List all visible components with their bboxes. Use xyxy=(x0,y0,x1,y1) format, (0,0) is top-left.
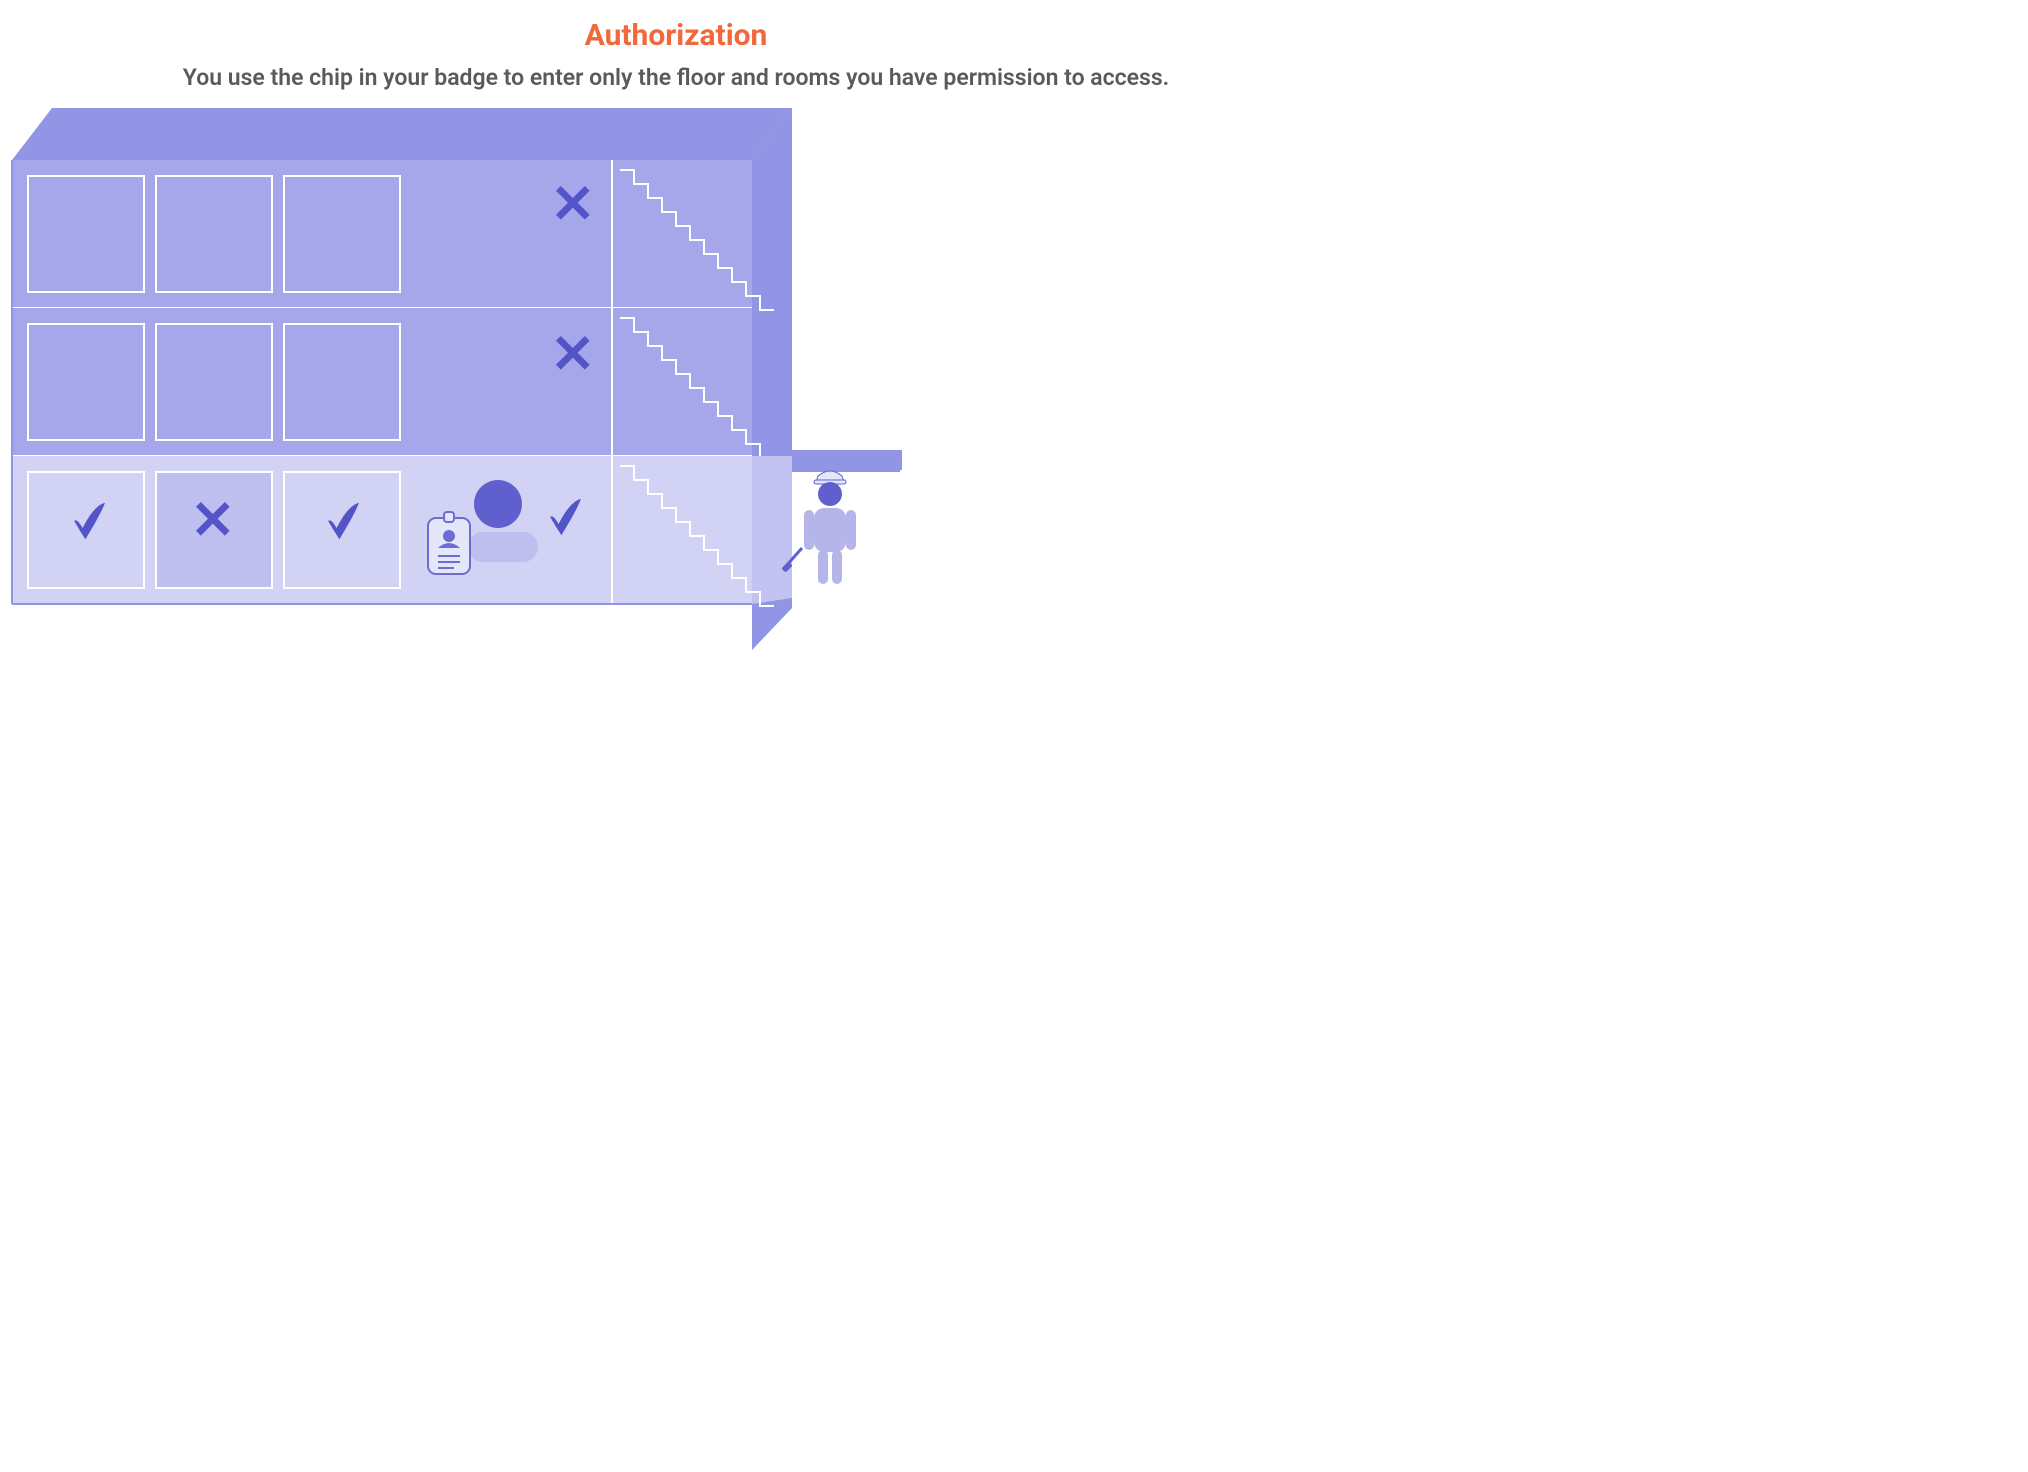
building-roof xyxy=(12,108,792,160)
floor-3 xyxy=(12,160,774,310)
guard-icon xyxy=(781,471,856,584)
floor-2 xyxy=(12,308,774,458)
floor-1 xyxy=(12,456,792,606)
room-1b-denied xyxy=(156,472,272,588)
building-diagram xyxy=(0,0,1352,981)
badge-icon xyxy=(428,512,470,574)
